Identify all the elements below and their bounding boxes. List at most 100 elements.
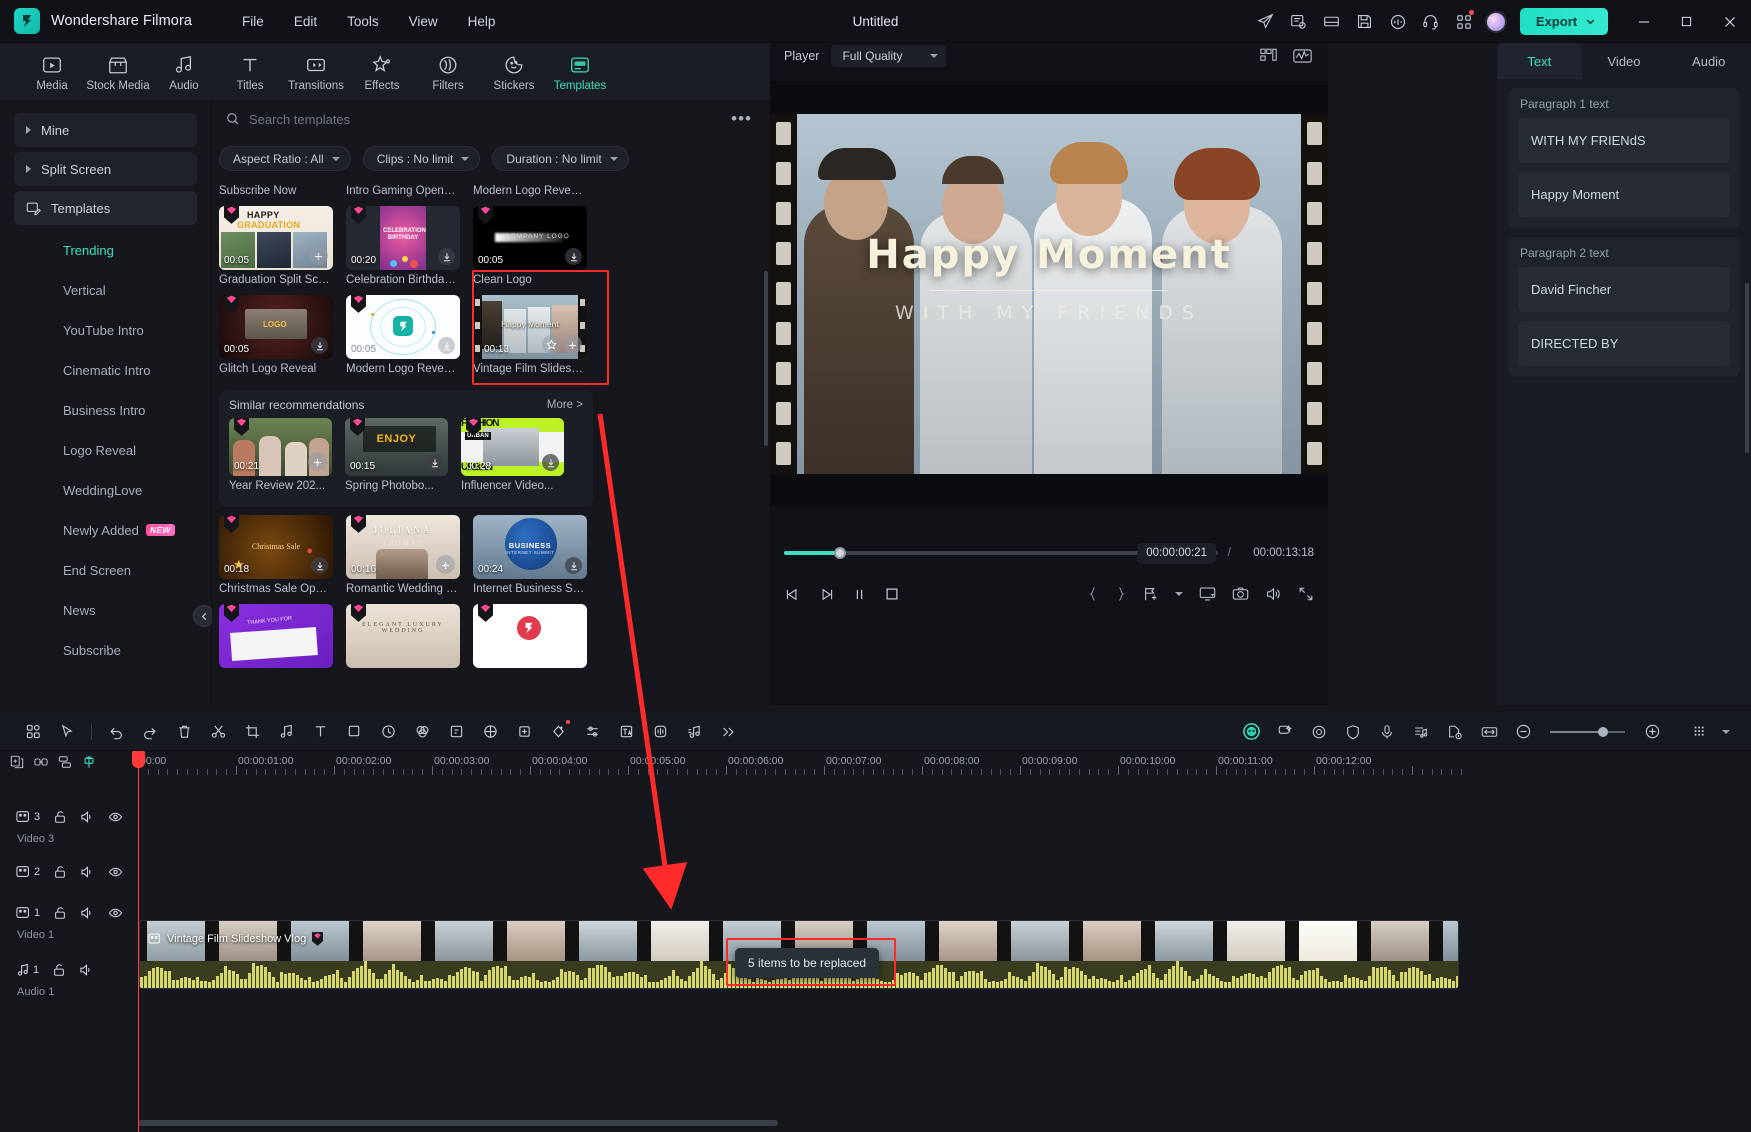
- sidebar-item-youtube-intro[interactable]: YouTube Intro: [0, 310, 211, 350]
- crop-icon[interactable]: [235, 717, 269, 747]
- timeline-playhead[interactable]: [138, 751, 139, 1132]
- template-thumbnail[interactable]: FASHION URBAN URBAN 00:28: [461, 418, 564, 476]
- add-template-button[interactable]: +: [436, 555, 455, 574]
- waveform-icon[interactable]: [1293, 48, 1312, 64]
- template-thumbnail[interactable]: HAPPY GRADUATION 00:05 +: [219, 206, 333, 270]
- template-card[interactable]: 00:21 + Year Review 202...: [229, 418, 332, 495]
- tab-text[interactable]: Text: [1497, 43, 1582, 79]
- color-icon[interactable]: [405, 717, 439, 747]
- download-template-button[interactable]: [426, 454, 443, 471]
- mic-icon[interactable]: [1370, 717, 1404, 747]
- sidebar-item-newly-added[interactable]: Newly Added NEW: [0, 510, 211, 550]
- template-card[interactable]: 00:05 Modern Logo Reveal 07: [346, 295, 460, 378]
- mark-in-icon[interactable]: [1087, 586, 1099, 602]
- adjust-icon[interactable]: [575, 717, 609, 747]
- duplicate-icon[interactable]: [10, 755, 24, 769]
- keyframe-icon[interactable]: [439, 717, 473, 747]
- template-card[interactable]: CELEBRATION BIRTHDAY 00:20 Celebration Bi…: [346, 206, 460, 289]
- delete-icon[interactable]: [167, 717, 201, 747]
- display-icon[interactable]: [1199, 586, 1216, 602]
- download-template-button[interactable]: [311, 337, 328, 354]
- volume-icon[interactable]: [1265, 586, 1282, 602]
- sidebar-item-business-intro[interactable]: Business Intro: [0, 390, 211, 430]
- text-icon[interactable]: [303, 717, 337, 747]
- sidebar-group-templates[interactable]: Templates: [14, 191, 197, 225]
- tab-audio[interactable]: Audio: [1666, 43, 1751, 79]
- zoom-out-icon[interactable]: [1506, 717, 1540, 747]
- track-view-icon[interactable]: [1683, 717, 1717, 747]
- unlock-icon[interactable]: [53, 810, 67, 824]
- undo-icon[interactable]: [99, 717, 133, 747]
- template-card[interactable]: LOGO 00:05 Glitch Logo Reveal: [219, 295, 333, 378]
- template-thumbnail[interactable]: ENJOY 00:15: [345, 418, 448, 476]
- add-template-button[interactable]: +: [308, 452, 327, 471]
- seek-handle[interactable]: [834, 547, 847, 559]
- paragraph-1-field-1[interactable]: WITH MY FRIENdS: [1518, 118, 1730, 163]
- ribbon-item-stock-media[interactable]: Stock Media: [86, 52, 150, 92]
- download-template-button[interactable]: [565, 557, 582, 574]
- add-marker-icon[interactable]: [1143, 586, 1159, 602]
- playhead-handle[interactable]: [132, 751, 145, 768]
- ai-text-icon[interactable]: [609, 717, 643, 747]
- unlock-icon[interactable]: [53, 865, 67, 879]
- add-template-button[interactable]: +: [309, 246, 328, 265]
- ribbon-item-titles[interactable]: Titles: [220, 52, 280, 92]
- sidebar-item-logo-reveal[interactable]: Logo Reveal: [0, 430, 211, 470]
- menu-view[interactable]: View: [397, 9, 450, 34]
- template-card[interactable]: ELEGANT LUXURY WEDDING: [346, 604, 460, 668]
- send-icon[interactable]: [1249, 5, 1282, 38]
- template-thumbnail[interactable]: JULIANA THOMAS 00:16 +: [346, 515, 460, 579]
- template-thumbnail[interactable]: [473, 604, 587, 668]
- quality-selector[interactable]: Full Quality: [831, 45, 947, 67]
- paragraph-2-field-1[interactable]: David Fincher: [1518, 267, 1730, 312]
- template-card[interactable]: THANK YOU FOR: [219, 604, 333, 668]
- sidebar-item-cinematic-intro[interactable]: Cinematic Intro: [0, 350, 211, 390]
- current-timecode[interactable]: 00:00:00:21: [1137, 542, 1216, 564]
- template-thumbnail[interactable]: 00:21 +: [229, 418, 332, 476]
- template-thumbnail[interactable]: THANK YOU FOR: [219, 604, 333, 668]
- sidebar-group-mine[interactable]: Mine: [14, 113, 197, 147]
- ai-portrait-icon[interactable]: [1234, 717, 1268, 747]
- timeline-horizontal-scrollbar[interactable]: [138, 1120, 778, 1126]
- step-back-icon[interactable]: [784, 586, 801, 603]
- speaker-icon[interactable]: [80, 810, 95, 824]
- download-template-button[interactable]: [438, 248, 455, 265]
- speaker-icon[interactable]: [80, 865, 95, 879]
- download-template-button[interactable]: [565, 248, 582, 265]
- template-card[interactable]: Christmas Sale ★ ● 00:18 Christmas Sale …: [219, 515, 333, 598]
- cloud-icon[interactable]: [1381, 5, 1414, 38]
- ribbon-item-transitions[interactable]: Transitions: [286, 52, 346, 92]
- speaker-icon[interactable]: [79, 963, 94, 977]
- eye-icon[interactable]: [108, 865, 123, 879]
- template-card[interactable]: [473, 604, 587, 668]
- template-thumbnail[interactable]: 00:05: [346, 295, 460, 359]
- download-template-button[interactable]: [542, 454, 559, 471]
- mask-icon[interactable]: [337, 717, 371, 747]
- stabilize-icon[interactable]: [473, 717, 507, 747]
- shield-icon[interactable]: [1336, 717, 1370, 747]
- eye-icon[interactable]: [108, 810, 123, 824]
- maximize-button[interactable]: [1665, 0, 1708, 43]
- ribbon-item-stickers[interactable]: Stickers: [484, 52, 544, 92]
- timeline-zoom-slider[interactable]: [1543, 726, 1632, 737]
- template-card[interactable]: ENJOY 00:15 Spring Photobo...: [345, 418, 448, 495]
- menu-file[interactable]: File: [230, 9, 276, 34]
- more-icon[interactable]: [711, 717, 745, 747]
- template-thumbnail[interactable]: ELEGANT LUXURY WEDDING: [346, 604, 460, 668]
- zoom-in-icon[interactable]: [1635, 717, 1669, 747]
- sidebar-item-subscribe[interactable]: Subscribe: [0, 630, 211, 670]
- ribbon-item-effects[interactable]: Effects: [352, 52, 412, 92]
- snapshot-icon[interactable]: [1232, 586, 1249, 602]
- ai-smart-cutout-icon[interactable]: [1268, 717, 1302, 747]
- audio-stretch-icon[interactable]: [643, 717, 677, 747]
- tab-video[interactable]: Video: [1582, 43, 1667, 79]
- sidebar-group-split-screen[interactable]: Split Screen: [14, 152, 197, 186]
- group-icon[interactable]: [58, 755, 72, 769]
- ribbon-item-filters[interactable]: Filters: [418, 52, 478, 92]
- timeline-ruler-ticks[interactable]: 00:00 00:00:01:00 00:00:02:00 00:00:03:0…: [138, 751, 1751, 779]
- ribbon-item-audio[interactable]: Audio: [154, 52, 214, 92]
- zoom-track[interactable]: [1550, 726, 1625, 737]
- audio-detach-icon[interactable]: [269, 717, 303, 747]
- download-template-button[interactable]: [311, 557, 328, 574]
- sidebar-item-weddinglove[interactable]: WeddingLove: [0, 470, 211, 510]
